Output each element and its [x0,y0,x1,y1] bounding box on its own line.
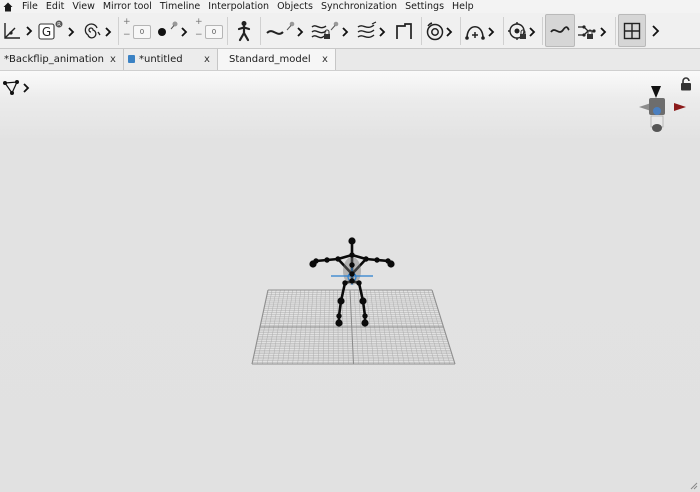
menu-synchronization[interactable]: Synchronization [317,0,401,13]
joint-hip[interactable] [349,278,355,284]
toolbar-separator [503,16,504,45]
multi-curve-button[interactable] [355,15,391,46]
skeleton-button[interactable] [230,15,258,46]
menu-edit[interactable]: Edit [42,0,68,13]
joint-lkn[interactable] [337,297,345,305]
global-badge-text: G [42,25,51,39]
tab-close-button[interactable]: x [322,49,328,70]
walking-figure-icon [237,20,251,41]
tab-standard-model[interactable]: Standard_model x [218,49,336,70]
target-lock-button[interactable] [506,15,540,46]
target-circle-icon [426,21,453,40]
joint-neck[interactable] [349,252,355,258]
minus-icon[interactable]: − [123,31,131,40]
joint-lel[interactable] [324,257,330,263]
joint-rha[interactable] [387,260,395,268]
step-curve-icon [396,22,412,39]
smooth-curve-icon [550,25,570,33]
node-lock-icon [578,24,607,39]
resize-grip-icon[interactable] [690,482,698,490]
menu-settings[interactable]: Settings [401,0,448,13]
axis-tool-button[interactable] [0,15,36,46]
chevron-right-icon [652,24,660,37]
document-icon [128,55,135,63]
joint-rsh[interactable] [363,256,369,262]
toolbar-separator [421,16,422,45]
joint-head[interactable] [348,237,356,245]
tab-close-button[interactable]: x [204,49,210,70]
joint-lha[interactable] [309,260,317,268]
minus-icon[interactable]: − [195,31,203,40]
joint-rkn[interactable] [359,297,367,305]
joint-ran[interactable] [362,313,368,319]
joint-rhip[interactable] [356,280,362,286]
arc-plus-icon [465,25,495,40]
menu-view[interactable]: View [68,0,99,13]
menu-interpolation[interactable]: Interpolation [204,0,273,13]
scene-canvas[interactable] [0,71,700,492]
multi-curve-lock-button[interactable] [309,15,355,46]
multi-curve-lock-icon [311,21,349,39]
joint-lsh[interactable] [335,256,341,262]
target-tool-button[interactable] [424,15,458,46]
menu-bar: File Edit View Mirror tool Timeline Inte… [0,0,700,13]
tab-close-button[interactable]: x [110,49,116,70]
plus-icon[interactable]: + [123,18,131,27]
menu-mirror-tool[interactable]: Mirror tool [99,0,156,13]
toolbar-separator [615,16,616,45]
tab-label: *untitled [139,54,183,65]
tab-backflip-animation[interactable]: *Backflip_animation x [0,49,124,70]
offset-stepper-2[interactable]: + − 0 [193,15,225,46]
toolbar-overflow-button[interactable] [646,15,664,46]
toolbar-separator [542,16,543,45]
ground-grid [251,289,456,365]
grid-toggle-button[interactable] [618,14,646,47]
keyframe-dot-icon [158,21,188,37]
tab-label: *Backflip_animation [4,54,104,65]
offset-stepper-1[interactable]: + − 0 [121,15,153,46]
joint-rft[interactable] [361,319,369,327]
menu-timeline[interactable]: Timeline [156,0,204,13]
joint-chest[interactable] [349,262,355,268]
toolbar-separator [118,16,119,45]
toolbar-separator [227,16,228,45]
spiral-icon [84,22,112,38]
node-lock-button[interactable] [575,15,613,46]
joint-lhip[interactable] [342,280,348,286]
smooth-curve-button[interactable] [545,14,575,47]
axis-tool-icon [4,22,33,39]
rotation-tool-button[interactable] [80,15,116,46]
toolbar-separator [260,16,261,45]
joint-rel[interactable] [374,257,380,263]
curve-tool-button[interactable] [263,15,309,46]
menu-file[interactable]: File [18,0,42,13]
step-curve-button[interactable] [391,15,419,46]
tab-untitled[interactable]: *untitled x [124,49,218,70]
home-icon[interactable] [2,0,14,13]
menu-objects[interactable]: Objects [273,0,317,13]
curve-pin-icon [266,21,304,37]
global-space-button[interactable]: G R [36,15,80,46]
offset-value-1[interactable]: 0 [133,25,151,39]
target-lock-icon [508,21,536,40]
document-tab-bar: *Backflip_animation x *untitled x Standa… [0,49,700,71]
global-superscript-text: R [57,22,61,28]
global-space-icon: G R [38,20,75,40]
toolbar: G R + − 0 + − 0 [0,13,700,49]
plus-icon[interactable]: + [195,18,203,27]
joint-lan[interactable] [336,313,342,319]
3d-viewport[interactable] [0,71,700,492]
keyframe-point-button[interactable] [153,15,193,46]
multi-curve-icon [357,20,386,38]
tab-label: Standard_model [229,54,311,65]
joint-spine[interactable] [349,271,355,277]
arc-add-button[interactable] [463,15,501,46]
menu-help[interactable]: Help [448,0,478,13]
grid-icon [623,22,641,39]
offset-value-2[interactable]: 0 [205,25,223,39]
joint-lft[interactable] [335,319,343,327]
toolbar-separator [460,16,461,45]
